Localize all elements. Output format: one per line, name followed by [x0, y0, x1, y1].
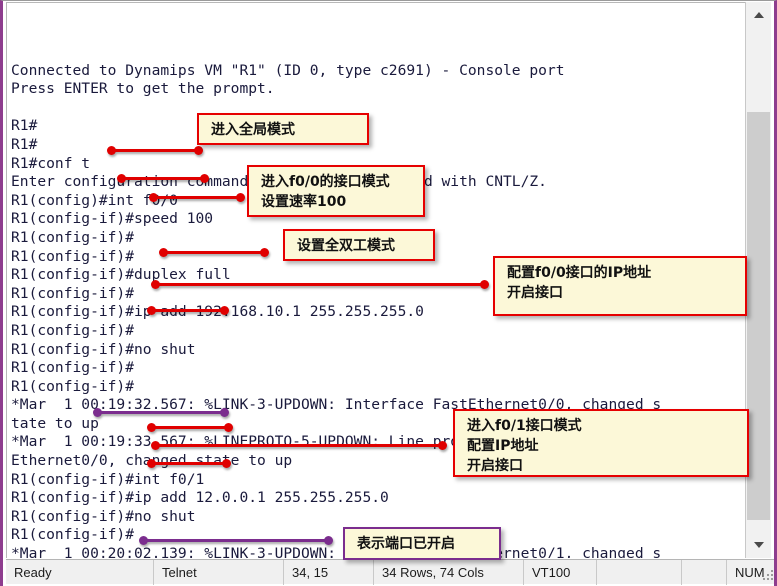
leader-dot-start [147, 459, 156, 468]
terminal-line: R1(config-if)# [11, 359, 135, 377]
leader-dot-start [139, 536, 148, 545]
callout-line: 配置IP地址 [467, 438, 539, 454]
leader-dot-start [147, 423, 156, 432]
scroll-down-button[interactable] [746, 532, 771, 558]
leader-dot-end [480, 280, 489, 289]
leader-dot-start [93, 408, 102, 417]
callout-line: 开启接口 [507, 285, 563, 301]
terminal-line: Connected to Dynamips VM "R1" (ID 0, typ… [11, 61, 565, 79]
callout-f00-ip: 配置f0/0接口的IP地址 开启接口 [493, 256, 747, 316]
terminal-line: R1(config-if)#ip add 12.0.0.1 255.255.25… [11, 489, 389, 507]
leader-dot-start [151, 280, 160, 289]
callout-line: 进入全局模式 [211, 122, 295, 138]
leader-line-no-shut-f01 [147, 459, 231, 468]
callout-line: 进入f0/1接口模式 [467, 418, 582, 434]
status-slot-1 [597, 559, 682, 585]
callout-line: 开启接口 [467, 458, 523, 474]
status-bar: Ready Telnet 34, 15 34 Rows, 74 Cols VT1… [6, 559, 774, 585]
status-cursor-position: 34, 15 [284, 559, 374, 585]
leader-dot-start [107, 146, 116, 155]
status-protocol: Telnet [154, 559, 284, 585]
leader-dot-end [324, 536, 333, 545]
leader-line-int-f01 [147, 423, 233, 432]
status-slot-2 [682, 559, 727, 585]
resize-grip[interactable] [761, 568, 774, 582]
leader-line-duplex [159, 248, 269, 257]
leader-line-ip-f01 [151, 441, 447, 450]
leader-dot-start [117, 174, 126, 183]
chevron-up-icon [753, 12, 764, 18]
callout-f01-config: 进入f0/1接口模式 配置IP地址 开启接口 [453, 409, 749, 477]
leader-line-f00-state-up [93, 408, 229, 417]
leader-line-speed [149, 193, 245, 202]
callout-line: 设置全双工模式 [297, 238, 395, 254]
terminal-line: R1(config-if)#no shut [11, 340, 196, 358]
leader-line-int-f00 [117, 174, 209, 183]
leader-dot-end [236, 193, 245, 202]
scrollbar-thumb[interactable] [747, 112, 770, 520]
leader-dot-end [194, 146, 203, 155]
scroll-up-button[interactable] [746, 2, 771, 28]
leader-dot-start [147, 306, 156, 315]
telnet-window: Connected to Dynamips VM "R1" (ID 0, typ… [0, 0, 777, 586]
leader-dot-start [151, 441, 160, 450]
leader-line-f01-state-up [139, 536, 333, 545]
leader-line-no-shut-f00 [147, 306, 229, 315]
callout-f00-interface: 进入f0/0的接口模式 设置速率100 [247, 165, 425, 217]
callout-line: 设置速率100 [261, 194, 347, 210]
leader-dot-end [438, 441, 447, 450]
callout-global-mode: 进入全局模式 [197, 113, 369, 145]
leader-dot-start [149, 193, 158, 202]
terminal-line: Press ENTER to get the prompt. [11, 80, 275, 98]
leader-dot-end [220, 306, 229, 315]
leader-line-global-mode [107, 146, 203, 155]
leader-dot-end [220, 408, 229, 417]
chevron-down-icon [753, 542, 764, 548]
status-emulation: VT100 [524, 559, 597, 585]
leader-dot-end [224, 423, 233, 432]
terminal-line: R1# [11, 117, 38, 135]
callout-line: 配置f0/0接口的IP地址 [507, 265, 652, 281]
leader-dot-end [222, 459, 231, 468]
leader-dot-end [260, 248, 269, 257]
terminal-line: R1(config-if)# [11, 321, 135, 339]
leader-dot-end [200, 174, 209, 183]
callout-line: 进入f0/0的接口模式 [261, 174, 390, 190]
callout-line: 表示端口已开启 [357, 536, 455, 552]
terminal-line: R1(config-if)# [11, 377, 135, 395]
status-dimensions: 34 Rows, 74 Cols [374, 559, 524, 585]
callout-duplex: 设置全双工模式 [283, 229, 435, 261]
status-state: Ready [6, 559, 154, 585]
leader-dot-start [159, 248, 168, 257]
callout-port-up: 表示端口已开启 [343, 527, 501, 560]
terminal-line: R1(config-if)#no shut [11, 507, 196, 525]
leader-line-ip-f00 [151, 280, 489, 289]
